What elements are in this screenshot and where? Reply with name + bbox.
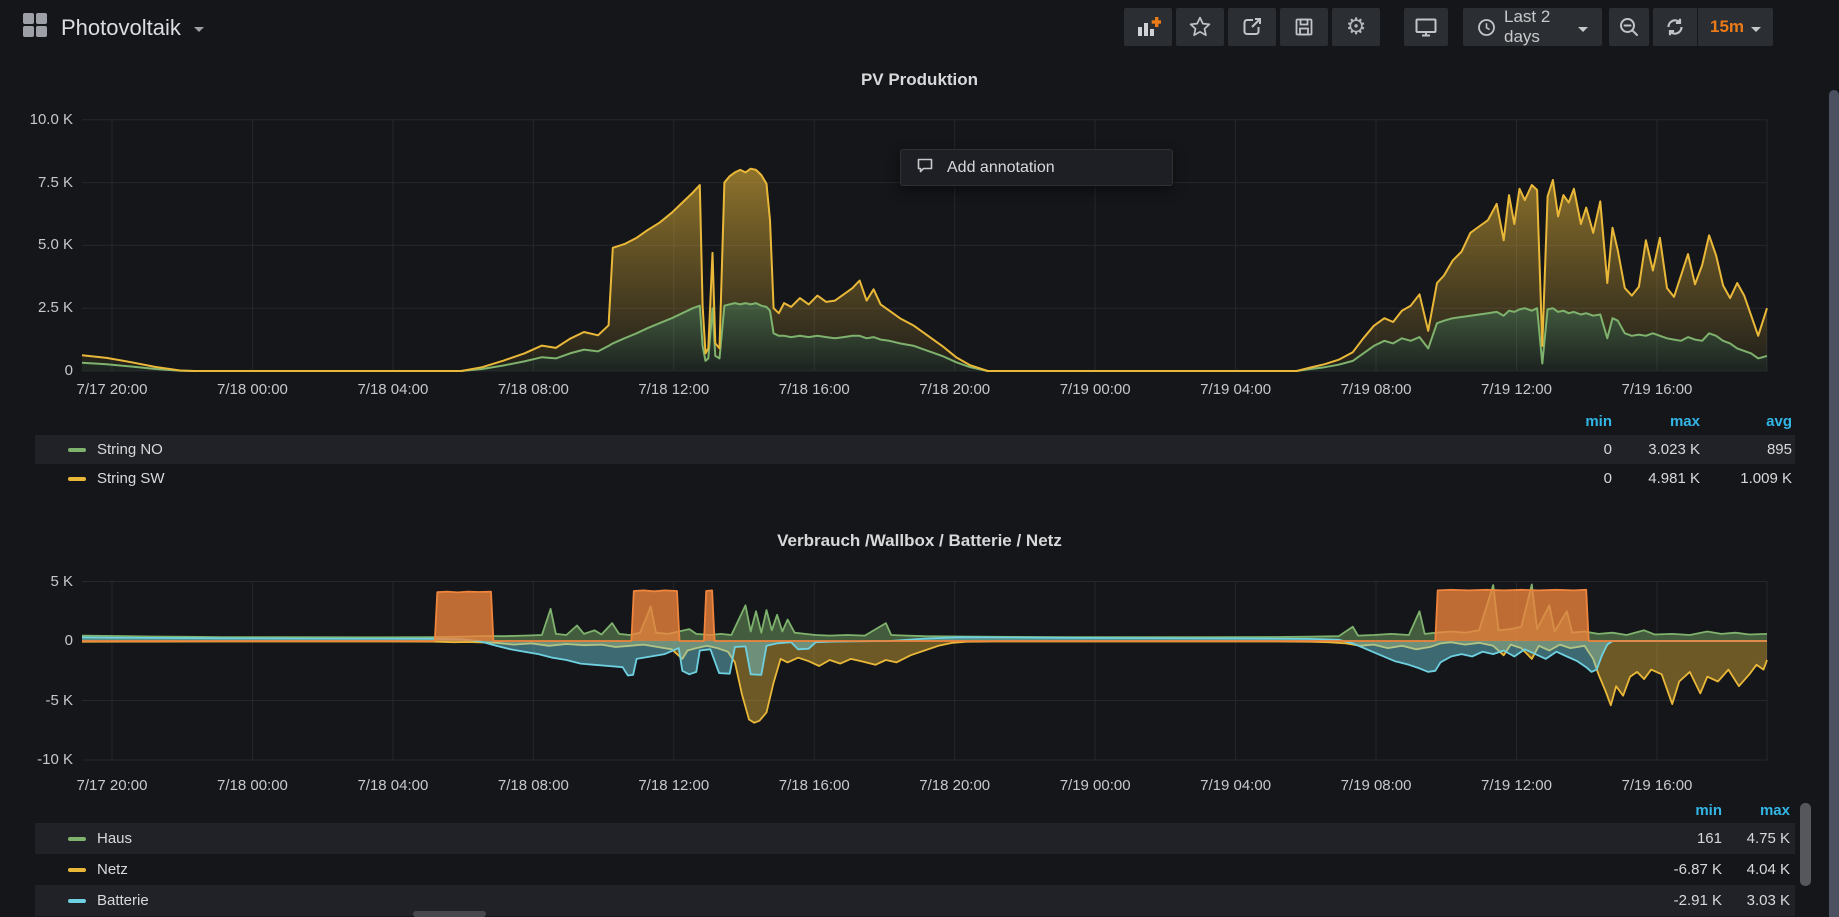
refresh-picker: 15m bbox=[1653, 8, 1773, 46]
legend-series-color-icon[interactable] bbox=[68, 899, 86, 903]
legend-series-label[interactable]: Batterie bbox=[97, 885, 149, 916]
x-axis-tick-label: 7/19 12:00 bbox=[1447, 381, 1587, 398]
x-axis-tick-label: 7/18 20:00 bbox=[885, 777, 1025, 794]
refresh-button[interactable] bbox=[1653, 8, 1698, 46]
y-axis-tick-label: 5.0 K bbox=[0, 236, 73, 253]
x-axis-tick-label: 7/19 04:00 bbox=[1166, 777, 1306, 794]
add-panel-icon bbox=[1136, 16, 1161, 39]
y-axis-tick-label: -10 K bbox=[0, 751, 73, 768]
legend-series-color-icon[interactable] bbox=[68, 868, 86, 872]
share-dashboard-button[interactable] bbox=[1228, 8, 1276, 46]
x-axis-tick-label: 7/18 08:00 bbox=[463, 381, 603, 398]
legend-header-row: minmaxavg bbox=[35, 409, 1795, 433]
dashboard-grid-icon[interactable] bbox=[22, 12, 48, 43]
add-annotation-label: Add annotation bbox=[947, 159, 1055, 177]
legend-series-label[interactable]: Netz bbox=[97, 854, 128, 885]
legend-row: String SW04.981 K1.009 K bbox=[35, 464, 1795, 493]
x-axis-tick-label: 7/19 08:00 bbox=[1306, 777, 1446, 794]
y-axis-tick-label: -5 K bbox=[0, 692, 73, 709]
time-range-picker[interactable]: Last 2 days bbox=[1463, 8, 1602, 46]
panel-title-pv-produktion[interactable]: PV Produktion bbox=[0, 70, 1839, 90]
x-axis-tick-label: 7/19 04:00 bbox=[1166, 381, 1306, 398]
legend-sort-header-max[interactable]: max bbox=[1670, 798, 1790, 822]
share-icon bbox=[1240, 15, 1264, 39]
legend-sort-header-avg[interactable]: avg bbox=[1672, 409, 1792, 433]
y-axis-tick-label: 2.5 K bbox=[0, 299, 73, 316]
x-axis-tick-label: 7/17 20:00 bbox=[42, 777, 182, 794]
legend-series-color-icon[interactable] bbox=[68, 837, 86, 841]
x-axis-tick-label: 7/18 16:00 bbox=[744, 381, 884, 398]
legend-row: Netz-6.87 K4.04 K bbox=[35, 854, 1795, 885]
refresh-icon bbox=[1664, 16, 1686, 38]
x-axis-tick-label: 7/18 00:00 bbox=[182, 381, 322, 398]
legend-stat-value: 4.75 K bbox=[1670, 823, 1790, 854]
star-icon bbox=[1188, 15, 1212, 39]
refresh-interval-caret-icon bbox=[1751, 27, 1761, 32]
y-axis-tick-label: 5 K bbox=[0, 573, 73, 590]
legend-row: Haus1614.75 K bbox=[35, 823, 1795, 854]
legend-stat-value: 895 bbox=[1672, 435, 1792, 464]
legend-stat-value: 3.03 K bbox=[1670, 885, 1790, 916]
x-axis-tick-label: 7/17 20:00 bbox=[42, 381, 182, 398]
save-dashboard-button[interactable] bbox=[1280, 8, 1328, 46]
save-icon bbox=[1292, 15, 1316, 39]
gear-icon: ⚙ bbox=[1346, 16, 1367, 39]
x-axis-tick-label: 7/18 12:00 bbox=[604, 777, 744, 794]
legend-stat-value: 4.04 K bbox=[1670, 854, 1790, 885]
star-dashboard-button[interactable] bbox=[1176, 8, 1224, 46]
dashboard-title-caret-icon[interactable] bbox=[194, 27, 204, 32]
navbar: Photovoltaik bbox=[0, 0, 1839, 55]
x-axis-tick-label: 7/19 08:00 bbox=[1306, 381, 1446, 398]
x-axis-tick-label: 7/19 16:00 bbox=[1587, 381, 1727, 398]
grafana-dashboard: Photovoltaik bbox=[0, 0, 1839, 917]
legend-series-label[interactable]: Haus bbox=[97, 823, 132, 854]
x-axis-tick-label: 7/18 12:00 bbox=[604, 381, 744, 398]
x-axis-tick-label: 7/18 16:00 bbox=[744, 777, 884, 794]
time-range-label: Last 2 days bbox=[1504, 7, 1570, 47]
tv-mode-button[interactable] bbox=[1404, 8, 1448, 46]
x-axis-tick-label: 7/19 00:00 bbox=[1025, 381, 1165, 398]
page-scrollbar-thumb[interactable] bbox=[1829, 90, 1839, 917]
legend-row: Batterie-2.91 K3.03 K bbox=[35, 885, 1795, 916]
panel-actions-group: ⚙ bbox=[1124, 8, 1380, 46]
refresh-interval-button[interactable]: 15m bbox=[1698, 17, 1773, 37]
series-area-wallbox bbox=[82, 590, 1767, 641]
x-axis-tick-label: 7/18 04:00 bbox=[323, 381, 463, 398]
y-axis-tick-label: 0 bbox=[0, 362, 73, 379]
legend-series-color-icon[interactable] bbox=[68, 448, 86, 452]
x-axis-tick-label: 7/18 20:00 bbox=[885, 381, 1025, 398]
y-axis-tick-label: 7.5 K bbox=[0, 174, 73, 191]
legend-scrollbar-thumb[interactable] bbox=[1800, 803, 1811, 886]
y-axis-tick-label: 10.0 K bbox=[0, 111, 73, 128]
add-panel-button[interactable] bbox=[1124, 8, 1172, 46]
y-axis-tick-label: 0 bbox=[0, 632, 73, 649]
x-axis-tick-label: 7/19 12:00 bbox=[1447, 777, 1587, 794]
legend-series-label[interactable]: String SW bbox=[97, 464, 165, 493]
dashboard-settings-button[interactable]: ⚙ bbox=[1332, 8, 1380, 46]
add-annotation-menu-item[interactable]: Add annotation bbox=[900, 149, 1173, 186]
dashboard-title[interactable]: Photovoltaik bbox=[61, 15, 181, 41]
time-range-caret-icon bbox=[1578, 27, 1588, 32]
x-axis-tick-label: 7/19 16:00 bbox=[1587, 777, 1727, 794]
x-axis-tick-label: 7/18 04:00 bbox=[323, 777, 463, 794]
comment-icon bbox=[915, 155, 935, 180]
x-axis-tick-label: 7/18 00:00 bbox=[182, 777, 322, 794]
x-axis-tick-label: 7/19 00:00 bbox=[1025, 777, 1165, 794]
legend-stat-value: 1.009 K bbox=[1672, 464, 1792, 493]
refresh-interval-label: 15m bbox=[1710, 17, 1744, 37]
legend-row: String NO03.023 K895 bbox=[35, 435, 1795, 464]
monitor-icon bbox=[1414, 15, 1438, 39]
panel-title-verbrauch[interactable]: Verbrauch /Wallbox / Batterie / Netz bbox=[0, 531, 1839, 551]
legend-series-color-icon[interactable] bbox=[68, 477, 86, 481]
x-axis-tick-label: 7/18 08:00 bbox=[463, 777, 603, 794]
clock-icon bbox=[1477, 18, 1496, 37]
horizontal-scrollbar-thumb[interactable] bbox=[413, 911, 486, 917]
legend-series-label[interactable]: String NO bbox=[97, 435, 163, 464]
zoom-out-icon bbox=[1617, 15, 1641, 39]
zoom-out-button[interactable] bbox=[1609, 8, 1649, 46]
legend-header-row: minmax bbox=[35, 798, 1795, 822]
